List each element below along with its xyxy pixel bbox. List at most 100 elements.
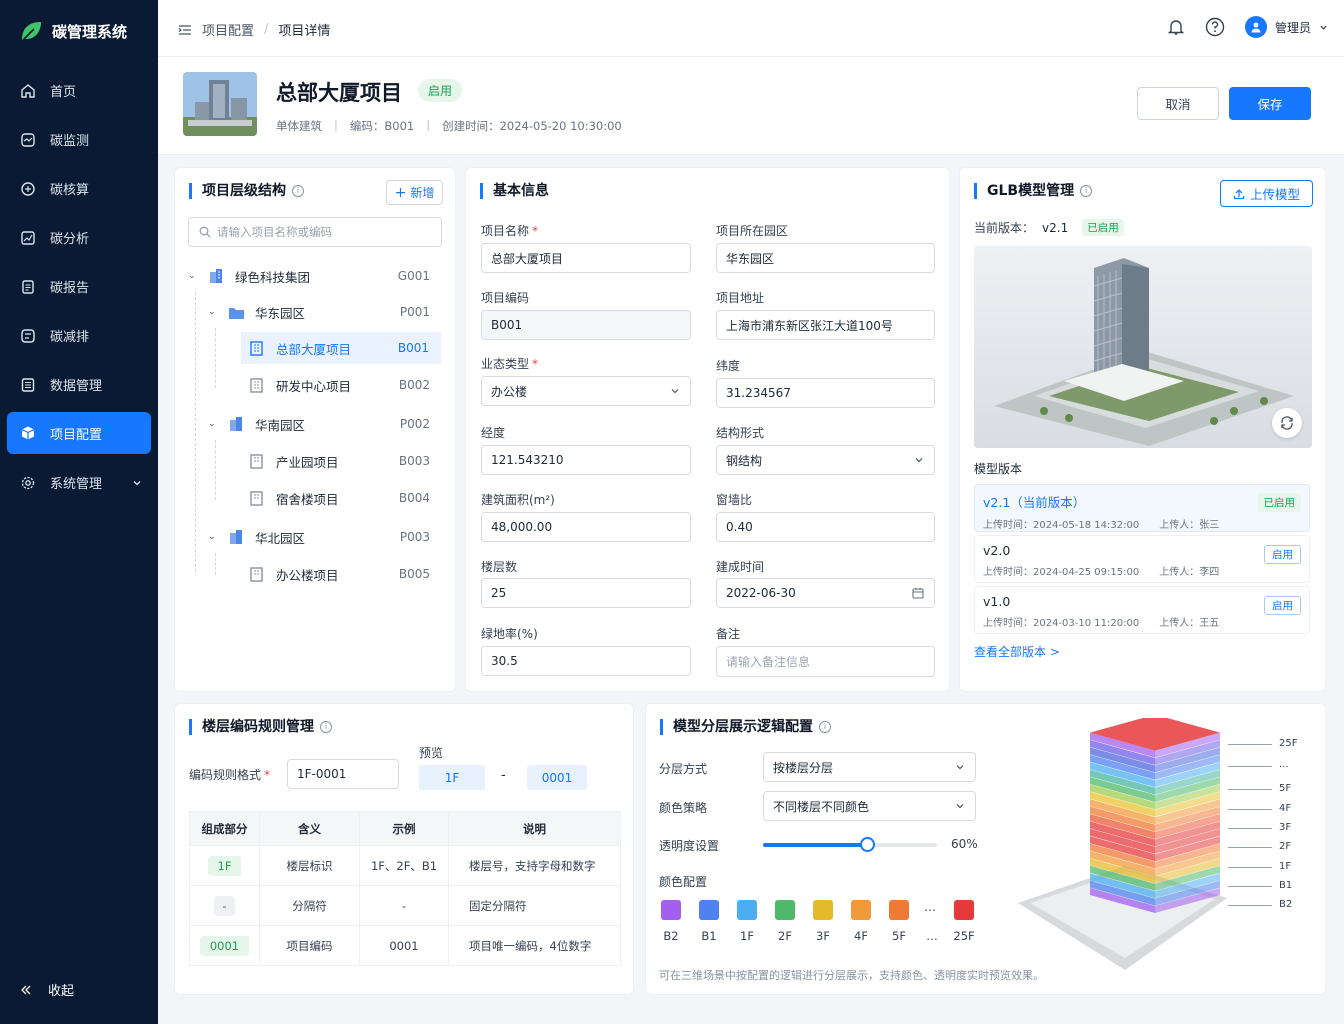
color-swatch-25f[interactable] (954, 900, 974, 920)
created-value: 2024-05-20 10:30:00 (499, 119, 622, 133)
longitude-input[interactable]: 121.543210 (481, 445, 691, 475)
tree-node[interactable]: ⌄ 华北园区 P003 (175, 521, 455, 553)
version-row[interactable]: v2.0 上传时间：2024-04-25 09:15:00 上传人：李四 启用 (974, 535, 1310, 583)
nav-item-monitor[interactable]: 碳监测 (0, 115, 158, 164)
caret-down-icon[interactable]: ⌄ (208, 307, 216, 317)
remark-textarea[interactable]: 请输入备注信息 (716, 646, 935, 677)
tree-node-selected[interactable]: 总部大厦项目 B001 (241, 332, 441, 364)
latitude-input[interactable]: 31.234567 (716, 378, 935, 408)
layer-note: 可在三维场景中按配置的逻辑进行分层展示，支持颜色、透明度实时预览效果。 (659, 969, 1044, 982)
floors-input[interactable]: 25 (481, 578, 691, 608)
collapse-button[interactable]: 收起 (20, 980, 74, 999)
nav-item-reduce[interactable]: 碳减排 (0, 311, 158, 360)
breadcrumb-item-project-config[interactable]: 项目配置 (202, 20, 254, 39)
area-input[interactable]: 48,000.00 (481, 512, 691, 542)
green-rate-input[interactable]: 30.5 (481, 646, 691, 676)
nav-item-report[interactable]: 碳报告 (0, 262, 158, 311)
menu-fold-icon[interactable] (178, 23, 192, 37)
tree-node[interactable]: 办公楼项目 B005 (175, 558, 455, 590)
caret-down-icon[interactable]: ⌄ (188, 271, 196, 281)
nav-item-home[interactable]: 首页 (0, 66, 158, 115)
tree-node[interactable]: 宿舍楼项目 B004 (175, 482, 455, 514)
caret-down-icon[interactable]: ⌄ (208, 419, 216, 429)
caret-down-icon[interactable]: ⌄ (208, 532, 216, 542)
add-node-button[interactable]: + 新增 (386, 180, 443, 205)
color-swatch-2f[interactable] (775, 900, 795, 920)
tree-search-input[interactable]: 请输入项目名称或编码 (188, 217, 442, 247)
color-swatch-4f[interactable] (851, 900, 871, 920)
enable-version-button[interactable]: 启用 (1264, 545, 1301, 564)
nav-item-analysis[interactable]: 碳分析 (0, 213, 158, 262)
tree-code: P001 (399, 305, 430, 319)
leader-line (1228, 744, 1272, 745)
tree-label: 总部大厦项目 (276, 341, 352, 357)
tree-label: 办公楼项目 (276, 567, 339, 583)
swatch-label: 3F (816, 929, 830, 943)
table-cell: 1F、2F、B1 (359, 845, 449, 886)
nav-item-calculate[interactable]: 碳核算 (0, 164, 158, 213)
collapse-label: 收起 (48, 984, 75, 999)
info-icon[interactable]: i (1080, 185, 1093, 197)
help-icon[interactable] (1205, 17, 1225, 37)
wwr-input[interactable]: 0.40 (716, 512, 935, 542)
tree-node[interactable]: 产业园项目 B003 (175, 445, 455, 477)
color-swatch-b1[interactable] (699, 900, 719, 920)
project-name-input[interactable]: 总部大厦项目 (481, 243, 691, 273)
nav-item-system[interactable]: 系统管理 (0, 458, 158, 507)
code-label: 项目编码 (481, 291, 530, 305)
bell-icon[interactable] (1167, 18, 1185, 36)
office-building-icon (250, 490, 263, 506)
slider-handle[interactable] (860, 837, 876, 852)
title-text: 楼层编码规则管理 (202, 719, 314, 735)
info-icon[interactable]: i (819, 721, 831, 733)
save-button[interactable]: 保存 (1229, 87, 1311, 120)
tree-code: B003 (398, 454, 430, 468)
view-all-versions-link[interactable]: 查看全部版本 > (974, 643, 1060, 660)
nav-label: 碳核算 (50, 183, 90, 198)
chevron-down-icon[interactable] (132, 458, 142, 507)
upload-model-button[interactable]: 上传模型 (1220, 180, 1313, 207)
enable-version-button[interactable]: 启用 (1264, 596, 1301, 615)
user-menu[interactable]: 管理员 (1244, 16, 1328, 38)
color-swatch-b2[interactable] (661, 900, 681, 920)
layer-mode-label: 分层方式 (659, 762, 708, 776)
color-strategy-select[interactable]: 不同楼层不同颜色 (763, 791, 976, 821)
layer-mode-select[interactable]: 按楼层分层 (763, 752, 976, 782)
versions-title: 模型版本 (974, 462, 1023, 476)
chevron-down-icon (914, 446, 924, 474)
report-icon (22, 279, 34, 294)
nav-item-data[interactable]: 数据管理 (0, 360, 158, 409)
opacity-slider[interactable] (763, 837, 937, 852)
color-swatch-5f[interactable] (889, 900, 909, 920)
table-row: 1F 楼层标识 1F、2F、B1 楼层号，支持字母和数字 (189, 845, 621, 886)
nav-label: 项目配置 (50, 427, 103, 443)
structure-select[interactable]: 钢结构 (716, 445, 935, 475)
version-row[interactable]: v2.1（当前版本） 上传时间：2024-05-18 14:32:00 上传人：张… (974, 484, 1310, 532)
opacity-value: 60% (951, 837, 978, 851)
swatch-ellipsis: … (924, 900, 936, 914)
color-swatch-3f[interactable] (813, 900, 833, 920)
tree-node[interactable]: ⌄ 华东园区 P001 (175, 296, 455, 328)
built-date-picker[interactable]: 2022-06-30 (716, 578, 935, 608)
version-user: 上传人：李四 (1159, 567, 1220, 578)
model-preview[interactable] (974, 246, 1312, 448)
biz-type-select[interactable]: 办公楼 (481, 376, 691, 406)
park-input[interactable]: 华东园区 (716, 243, 935, 273)
tree-node[interactable]: ⌄ 华南园区 P002 (175, 408, 455, 440)
biz-type-label: 业态类型 * (481, 355, 538, 372)
address-input[interactable]: 上海市浦东新区张江大道100号 (716, 310, 935, 340)
calculate-icon (21, 181, 35, 196)
project-code-input[interactable]: B001 (481, 310, 691, 340)
nav-item-project-config[interactable]: 项目配置 (7, 412, 151, 454)
format-input[interactable]: 1F-0001 (287, 759, 399, 789)
version-row[interactable]: v1.0 上传时间：2024-03-10 11:20:00 上传人：王五 启用 (974, 586, 1310, 634)
search-icon (199, 226, 211, 238)
tree-node[interactable]: ⌄ 绿色科技集团 G001 (175, 260, 455, 292)
info-icon[interactable]: i (320, 721, 332, 733)
select-value: 办公楼 (491, 384, 528, 399)
cancel-button[interactable]: 取消 (1137, 87, 1219, 120)
tree-node[interactable]: 研发中心项目 B002 (175, 369, 455, 401)
info-icon[interactable]: i (292, 185, 304, 197)
reset-view-button[interactable] (1272, 408, 1302, 438)
color-swatch-1f[interactable] (737, 900, 757, 920)
